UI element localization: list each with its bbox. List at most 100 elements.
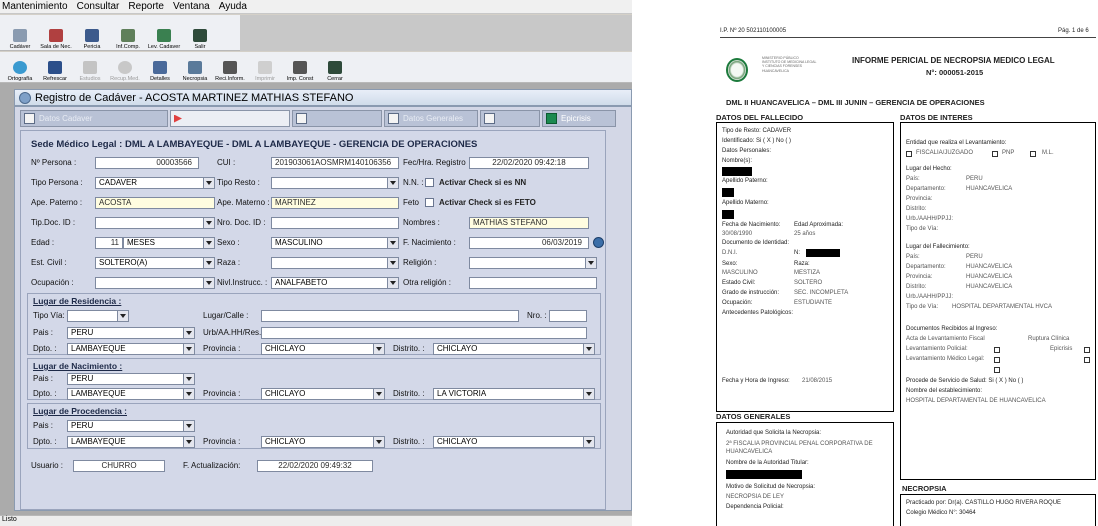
res-provincia-select[interactable]: CHICLAYO (261, 343, 385, 355)
tab-epicrisis[interactable]: Epicrisis (542, 110, 616, 127)
edad-unit-select[interactable]: MESES (123, 237, 215, 249)
ape-paterno-field[interactable]: ACOSTA (95, 197, 215, 209)
nac-pais-select[interactable]: PERU (67, 373, 195, 385)
res-dpto-select[interactable]: LAMBAYEQUE (67, 343, 195, 355)
res-pais-select[interactable]: PERU (67, 327, 195, 339)
chevron-down-icon[interactable] (183, 421, 194, 431)
nac-dpto-label: Dpto. : (33, 389, 57, 398)
salir-button[interactable]: Salir (184, 29, 216, 50)
chevron-down-icon[interactable] (387, 258, 398, 268)
inf-comp-button[interactable]: Inf.Comp. (112, 29, 144, 50)
fallec-prov-value: HUANCAVELICA (966, 274, 1013, 280)
nac-distrito-select[interactable]: LA VICTORIA (433, 388, 595, 400)
ortografia-button[interactable]: Ortografía (4, 61, 36, 82)
chevron-down-icon[interactable] (373, 389, 384, 399)
tab-datos-generales[interactable]: Datos Generales (384, 110, 478, 127)
nro-doc-field[interactable] (271, 217, 399, 229)
chevron-down-icon[interactable] (203, 278, 214, 288)
cerrar-button[interactable]: Cerrar (319, 61, 351, 82)
tab-tercero[interactable] (292, 110, 382, 127)
edad-field[interactable]: 11 (95, 237, 123, 249)
menu-mantenimiento[interactable]: Mantenimiento (2, 1, 68, 12)
chevron-down-icon[interactable] (583, 437, 594, 447)
n-persona-field[interactable]: 00003566 (95, 157, 199, 169)
chevron-down-icon[interactable] (203, 218, 214, 228)
proc-pais-select[interactable]: PERU (67, 420, 195, 432)
chevron-down-icon[interactable] (387, 278, 398, 288)
menu-consultar[interactable]: Consultar (77, 1, 120, 12)
tip-doc-select[interactable] (95, 217, 215, 229)
res-distrito-select[interactable]: CHICLAYO (433, 343, 595, 355)
proc-dpto-select[interactable]: LAMBAYEQUE (67, 436, 195, 448)
redacted-materno (722, 210, 734, 219)
reci-inform-button[interactable]: Reci.Inform. (214, 61, 246, 82)
status-bar: Listo (0, 515, 632, 526)
exit-icon (193, 29, 207, 42)
est-civil-select[interactable]: SOLTERO(A) (95, 257, 215, 269)
religion-select[interactable] (469, 257, 597, 269)
chevron-down-icon[interactable] (117, 311, 128, 321)
imp-const-button[interactable]: Imp. Const (284, 61, 316, 82)
menu-ayuda[interactable]: Ayuda (219, 1, 247, 12)
lugar-calle-field[interactable] (261, 310, 519, 322)
nac-dpto-select[interactable]: LAMBAYEQUE (67, 388, 195, 400)
sala-nec-button[interactable]: Sala de Nec. (40, 29, 72, 50)
f-nacimiento-field[interactable]: 06/03/2019 (469, 237, 589, 249)
recup-med-button[interactable]: Recup.Med. (109, 61, 141, 82)
chevron-down-icon[interactable] (203, 178, 214, 188)
chevron-down-icon[interactable] (203, 258, 214, 268)
cadaver-button[interactable]: Cadáver (4, 29, 36, 50)
usuario-field[interactable]: CHURRO (73, 460, 165, 472)
feto-checkbox[interactable] (425, 198, 434, 207)
chevron-down-icon[interactable] (585, 258, 596, 268)
nn-checkbox[interactable] (425, 178, 434, 187)
refrescar-button[interactable]: Refrescar (39, 61, 71, 82)
institution-seal-icon (726, 58, 748, 82)
chevron-down-icon[interactable] (183, 328, 194, 338)
calendar-icon[interactable] (593, 237, 604, 248)
chevron-down-icon[interactable] (583, 389, 594, 399)
ape-materno-field[interactable]: MARTINEZ (271, 197, 399, 209)
chevron-down-icon[interactable] (387, 238, 398, 248)
menu-ventana[interactable]: Ventana (173, 1, 210, 12)
raza-select[interactable] (271, 257, 399, 269)
nivel-instruccion-select[interactable]: ANALFABETO (271, 277, 399, 289)
chevron-down-icon[interactable] (387, 178, 398, 188)
proc-provincia-select[interactable]: CHICLAYO (261, 436, 385, 448)
tab-documentos[interactable] (480, 110, 540, 127)
menu-reporte[interactable]: Reporte (128, 1, 164, 12)
chevron-down-icon[interactable] (203, 238, 214, 248)
nac-provincia-select[interactable]: CHICLAYO (261, 388, 385, 400)
tipo-persona-select[interactable]: CADAVER (95, 177, 215, 189)
proc-distrito-select[interactable]: CHICLAYO (433, 436, 595, 448)
f-actualizacion-field[interactable]: 22/02/2020 09:49:32 (257, 460, 373, 472)
chevron-down-icon[interactable] (583, 344, 594, 354)
pericia-button[interactable]: Pericia (76, 29, 108, 50)
chevron-down-icon[interactable] (183, 374, 194, 384)
hecho-via-label: Tipo de Vía: (906, 226, 939, 232)
chevron-down-icon[interactable] (183, 389, 194, 399)
necropsia-button[interactable]: Necropsia (179, 61, 211, 82)
cui-field[interactable]: 201903061AOSMRM140106356 (271, 157, 399, 169)
sexo-select[interactable]: MASCULINO (271, 237, 399, 249)
chevron-down-icon[interactable] (373, 344, 384, 354)
nro-field[interactable] (549, 310, 587, 322)
ocupacion-select[interactable] (95, 277, 215, 289)
chevron-down-icon[interactable] (183, 437, 194, 447)
child-window-titlebar[interactable]: Registro de Cadáver - ACOSTA MARTINEZ MA… (14, 89, 632, 106)
imprimir-button[interactable]: Imprimir (249, 61, 281, 82)
urb-field[interactable] (261, 327, 587, 339)
tab-active[interactable] (170, 110, 290, 127)
chevron-down-icon[interactable] (373, 437, 384, 447)
tipo-via-select[interactable] (67, 310, 129, 322)
lev-cadaver-button[interactable]: Lev. Cadaver (148, 29, 180, 50)
tab-datos-cadaver[interactable]: Datos Cadaver (20, 110, 168, 127)
fec-registro-field[interactable]: 22/02/2020 09:42:18 (469, 157, 589, 169)
tipo-resto-select[interactable] (271, 177, 399, 189)
detalles-button[interactable]: Detalles (144, 61, 176, 82)
otra-religion-field[interactable] (469, 277, 597, 289)
nombres-field[interactable]: MATHIAS STEFANO (469, 217, 589, 229)
estudios-button[interactable]: Estudios (74, 61, 106, 82)
chevron-down-icon[interactable] (183, 344, 194, 354)
lev-pol-checkbox (994, 347, 1000, 353)
